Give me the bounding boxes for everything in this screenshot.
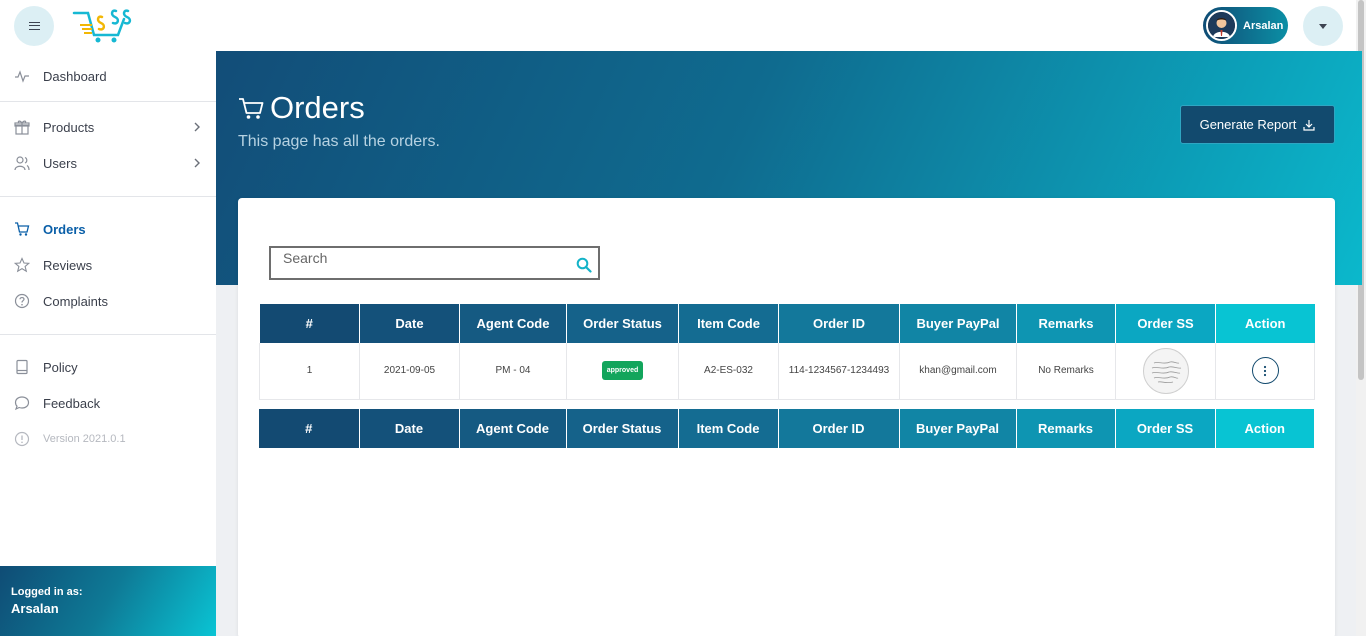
table-body: 1 2021-09-05 PM - 04 approved A2-ES-032 114-1… (259, 343, 1315, 400)
version-label: Version 2021.0.1 (43, 433, 126, 445)
sidebar-item-label: Policy (43, 359, 78, 375)
cell-order-status: approved (566, 343, 679, 400)
header-col-6[interactable]: Buyer PayPal (899, 304, 1017, 343)
orders-table-footer: # Date Agent Code Order Status Item Code Orde… (259, 409, 1314, 448)
footer-col-0[interactable]: # (259, 409, 360, 448)
search-box[interactable] (269, 246, 600, 280)
sidebar-divider (0, 196, 216, 197)
table-footer-row: # Date Agent Code Order Status Item Code Orde… (259, 409, 1314, 448)
footer-col-6[interactable]: Buyer PayPal (899, 409, 1017, 448)
cart-icon (239, 98, 264, 119)
header-col-3[interactable]: Order Status (566, 304, 679, 343)
page-title: Orders (270, 90, 365, 125)
sidebar-item-label: Orders (43, 221, 86, 237)
header-col-9[interactable]: Action (1215, 304, 1315, 343)
cell-item-code: A2-ES-032 (678, 343, 779, 400)
table-header-row: # Date Agent Code Order Status Item Code Orde… (259, 304, 1315, 343)
footer-col-9[interactable]: Action (1215, 409, 1314, 448)
cell-action (1215, 343, 1315, 400)
star-icon (14, 257, 30, 273)
footer-col-2[interactable]: Agent Code (459, 409, 567, 448)
sidebar-item-users[interactable]: Users (0, 148, 216, 178)
cell-order-ss (1115, 343, 1216, 400)
chevron-right-icon (194, 158, 200, 168)
account-dropdown-button[interactable] (1303, 6, 1343, 46)
sidebar-item-label: Feedback (43, 395, 101, 411)
top-bar: Arsalan (0, 0, 1356, 51)
sidebar-item-label: Reviews (43, 257, 93, 273)
sidebar-item-reviews[interactable]: Reviews (0, 250, 216, 280)
gift-icon (14, 120, 30, 135)
sidebar-item-label: Dashboard (43, 68, 107, 84)
sidebar-item-orders[interactable]: Orders (0, 214, 216, 244)
more-vertical-icon (1263, 365, 1267, 376)
header-col-2[interactable]: Agent Code (459, 304, 567, 343)
sidebar-item-feedback[interactable]: Feedback (0, 388, 216, 418)
page-subtitle: This page has all the orders. (238, 133, 440, 150)
avatar (1206, 10, 1237, 41)
logged-in-label: Logged in as: (11, 586, 83, 598)
footer-col-3[interactable]: Order Status (566, 409, 679, 448)
users-icon (14, 156, 30, 171)
footer-col-7[interactable]: Remarks (1016, 409, 1116, 448)
brand-logo (72, 9, 132, 43)
status-badge: approved (601, 361, 644, 381)
cell-agent-code: PM - 04 (459, 343, 567, 400)
search-icon[interactable] (576, 257, 592, 273)
book-icon (16, 359, 28, 375)
logged-in-panel: Logged in as: Arsalan (0, 566, 216, 636)
cell-date: 2021-09-05 (359, 343, 460, 400)
help-circle-icon (14, 293, 30, 309)
header-col-7[interactable]: Remarks (1016, 304, 1116, 343)
sidebar: Dashboard Products Users Orders Reviews … (0, 51, 216, 636)
header-col-0[interactable]: # (259, 304, 360, 343)
activity-icon (15, 70, 29, 83)
cart-icon (15, 222, 30, 236)
chevron-right-icon (194, 122, 200, 132)
user-name: Arsalan (1243, 19, 1284, 32)
download-icon (1303, 119, 1316, 131)
sidebar-item-complaints[interactable]: Complaints (0, 286, 216, 316)
cell-order-id: 114-1234567-1234493 (778, 343, 900, 400)
header-col-8[interactable]: Order SS (1115, 304, 1216, 343)
menu-toggle-button[interactable] (14, 6, 54, 46)
header-col-1[interactable]: Date (359, 304, 460, 343)
page-title-group: Orders (238, 90, 365, 126)
sidebar-item-version: Version 2021.0.1 (0, 424, 216, 454)
sidebar-item-label: Products (43, 119, 95, 135)
footer-col-5[interactable]: Order ID (778, 409, 900, 448)
user-menu-button[interactable]: Arsalan (1203, 7, 1288, 44)
footer-col-4[interactable]: Item Code (678, 409, 779, 448)
generate-report-label: Generate Report (1199, 117, 1297, 132)
sidebar-item-products[interactable]: Products (0, 112, 216, 142)
footer-col-1[interactable]: Date (359, 409, 460, 448)
order-screenshot-thumbnail[interactable] (1142, 347, 1189, 394)
caret-down-icon (1319, 23, 1327, 29)
sidebar-item-label: Users (43, 155, 77, 171)
cell-remarks: No Remarks (1016, 343, 1116, 400)
chat-icon (14, 396, 30, 411)
sidebar-divider (0, 334, 216, 335)
sidebar-divider (0, 101, 216, 102)
cell-buyer-paypal: khan@gmail.com (899, 343, 1017, 400)
sidebar-item-label: Complaints (43, 293, 109, 309)
footer-col-8[interactable]: Order SS (1115, 409, 1216, 448)
cell-num: 1 (259, 343, 360, 400)
generate-report-button[interactable]: Generate Report (1180, 105, 1335, 144)
info-icon (14, 431, 30, 447)
orders-table: # Date Agent Code Order Status Item Code Orde… (259, 304, 1315, 400)
table-row: 1 2021-09-05 PM - 04 approved A2-ES-032 114-1… (259, 343, 1315, 400)
sidebar-item-policy[interactable]: Policy (0, 352, 216, 382)
row-actions-button[interactable] (1251, 357, 1279, 385)
header-col-5[interactable]: Order ID (778, 304, 900, 343)
sidebar-item-dashboard[interactable]: Dashboard (0, 61, 216, 91)
search-input[interactable] (271, 248, 561, 278)
header-col-4[interactable]: Item Code (678, 304, 779, 343)
hamburger-icon (28, 22, 40, 30)
logged-in-user: Arsalan (11, 601, 59, 616)
